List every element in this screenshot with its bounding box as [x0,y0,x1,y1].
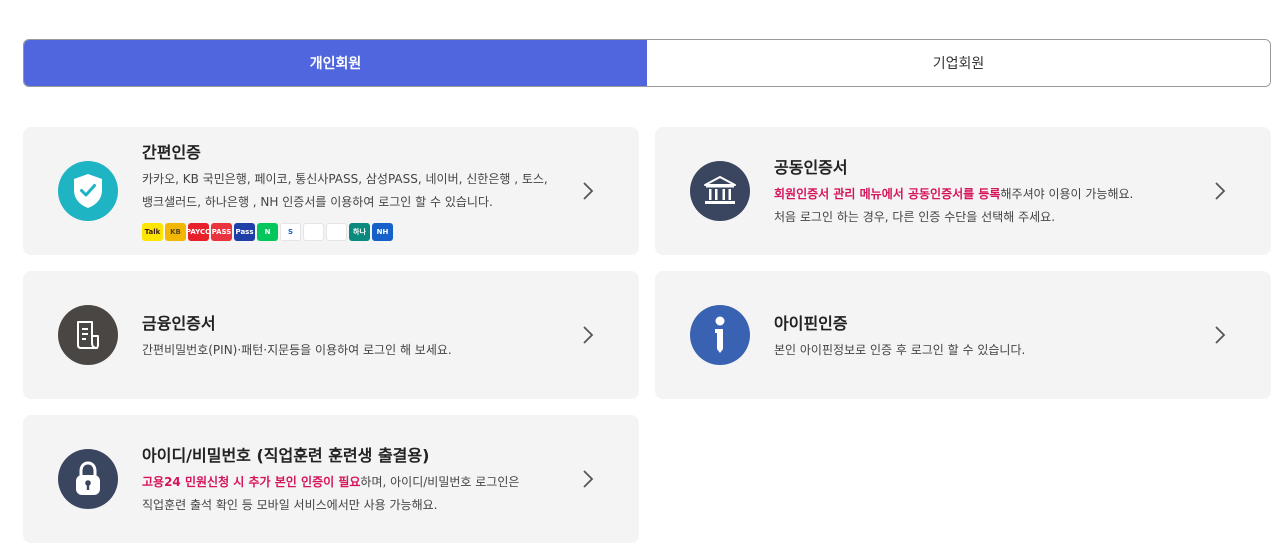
banksalad-icon [326,223,347,241]
card-title: 금융인증서 [142,314,216,333]
simple-auth-card[interactable]: 간편인증 카카오, KB 국민은행, 페이코, 통신사PASS, 삼성PASS,… [23,127,639,255]
tab-corporate[interactable]: 기업회원 [647,40,1270,86]
tab-personal[interactable]: 개인회원 [24,40,647,86]
shinhan-icon: S [280,223,301,241]
card-title: 간편인증 [142,143,201,162]
hana-icon: 하나 [349,223,370,241]
card-description: 회원인증서 관리 메뉴에서 공동인증서를 등록해주셔야 이용이 가능해요. 처음… [774,187,1134,224]
lock-icon [58,449,118,509]
financial-certificate-card[interactable]: 금융인증서 간편비밀번호(PIN)·패턴·지문등을 이용하여 로그인 해 보세요… [23,271,639,399]
chevron-right-icon [1215,182,1226,200]
chevron-right-icon [1215,326,1226,344]
toss-icon [303,223,324,241]
chevron-right-icon [583,182,594,200]
samsung-pass-icon: Pass [234,223,255,241]
info-icon [690,305,750,365]
member-type-tabs: 개인회원 기업회원 [23,39,1271,87]
nh-icon: NH [372,223,393,241]
card-description: 간편비밀번호(PIN)·패턴·지문등을 이용하여 로그인 해 보세요. [142,343,452,357]
card-description: 고용24 민원신청 시 추가 본인 인증이 필요하며, 아이디/비밀번호 로그인… [142,475,520,512]
card-title: 아이디/비밀번호 (직업훈련 훈련생 출결용) [142,446,430,465]
brand-icon-row: TalkKBPAYCOPASSPassNS 하나NH [142,223,393,241]
card-description: 본인 아이핀정보로 인증 후 로그인 할 수 있습니다. [774,343,1026,357]
card-description: 카카오, KB 국민은행, 페이코, 통신사PASS, 삼성PASS, 네이버,… [142,172,548,209]
ipin-auth-card[interactable]: 아이핀인증 본인 아이핀정보로 인증 후 로그인 할 수 있습니다. [655,271,1271,399]
bank-icon [690,161,750,221]
id-password-card[interactable]: 아이디/비밀번호 (직업훈련 훈련생 출결용) 고용24 민원신청 시 추가 본… [23,415,639,543]
chevron-right-icon [583,470,594,488]
card-title: 공동인증서 [774,158,848,177]
pass-icon: PASS [211,223,232,241]
joint-certificate-card[interactable]: 공동인증서 회원인증서 관리 메뉴에서 공동인증서를 등록해주셔야 이용이 가능… [655,127,1271,255]
card-title: 아이핀인증 [774,314,848,333]
shield-check-icon [58,161,118,221]
chevron-right-icon [583,326,594,344]
kakao-icon: Talk [142,223,163,241]
kb-icon: KB [165,223,186,241]
payco-icon: PAYCO [188,223,209,241]
document-icon [58,305,118,365]
naver-icon: N [257,223,278,241]
